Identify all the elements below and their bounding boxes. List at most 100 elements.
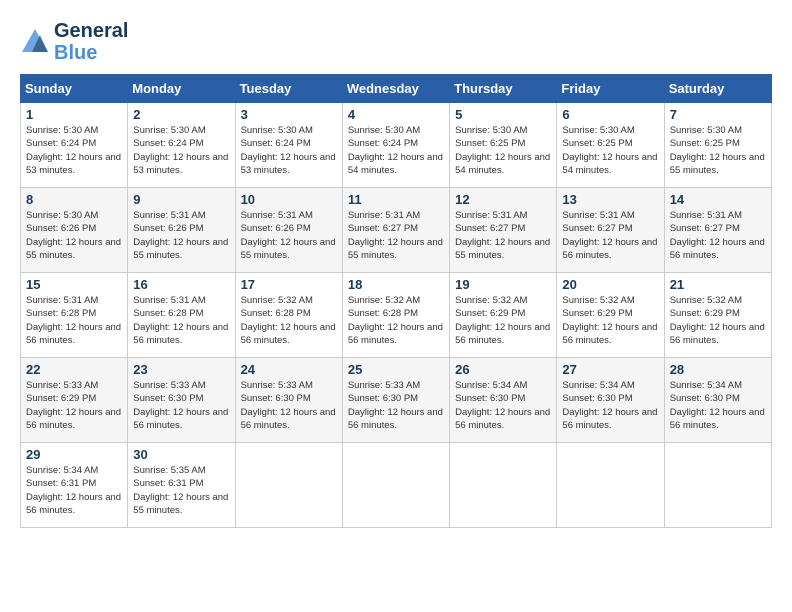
- calendar-cell: 30 Sunrise: 5:35 AM Sunset: 6:31 PM Dayl…: [128, 443, 235, 528]
- calendar-cell: [450, 443, 557, 528]
- day-info: Sunrise: 5:31 AM Sunset: 6:28 PM Dayligh…: [26, 294, 122, 347]
- day-info: Sunrise: 5:30 AM Sunset: 6:25 PM Dayligh…: [455, 124, 551, 177]
- day-info: Sunrise: 5:32 AM Sunset: 6:29 PM Dayligh…: [455, 294, 551, 347]
- day-info: Sunrise: 5:32 AM Sunset: 6:28 PM Dayligh…: [348, 294, 444, 347]
- day-number: 19: [455, 277, 551, 292]
- day-number: 27: [562, 362, 658, 377]
- day-info: Sunrise: 5:34 AM Sunset: 6:31 PM Dayligh…: [26, 464, 122, 517]
- calendar-week-row: 29 Sunrise: 5:34 AM Sunset: 6:31 PM Dayl…: [21, 443, 772, 528]
- day-number: 9: [133, 192, 229, 207]
- logo-text: GeneralBlue: [54, 20, 128, 64]
- day-number: 21: [670, 277, 766, 292]
- day-info: Sunrise: 5:31 AM Sunset: 6:27 PM Dayligh…: [562, 209, 658, 262]
- day-number: 8: [26, 192, 122, 207]
- day-info: Sunrise: 5:33 AM Sunset: 6:30 PM Dayligh…: [348, 379, 444, 432]
- day-info: Sunrise: 5:30 AM Sunset: 6:24 PM Dayligh…: [26, 124, 122, 177]
- calendar-cell: 16 Sunrise: 5:31 AM Sunset: 6:28 PM Dayl…: [128, 273, 235, 358]
- day-info: Sunrise: 5:30 AM Sunset: 6:24 PM Dayligh…: [241, 124, 337, 177]
- day-info: Sunrise: 5:30 AM Sunset: 6:24 PM Dayligh…: [133, 124, 229, 177]
- calendar-cell: 18 Sunrise: 5:32 AM Sunset: 6:28 PM Dayl…: [342, 273, 449, 358]
- calendar-cell: 10 Sunrise: 5:31 AM Sunset: 6:26 PM Dayl…: [235, 188, 342, 273]
- calendar-week-row: 22 Sunrise: 5:33 AM Sunset: 6:29 PM Dayl…: [21, 358, 772, 443]
- calendar-cell: 25 Sunrise: 5:33 AM Sunset: 6:30 PM Dayl…: [342, 358, 449, 443]
- day-number: 30: [133, 447, 229, 462]
- day-info: Sunrise: 5:30 AM Sunset: 6:25 PM Dayligh…: [670, 124, 766, 177]
- day-number: 10: [241, 192, 337, 207]
- calendar-cell: 8 Sunrise: 5:30 AM Sunset: 6:26 PM Dayli…: [21, 188, 128, 273]
- day-number: 12: [455, 192, 551, 207]
- calendar-cell: 15 Sunrise: 5:31 AM Sunset: 6:28 PM Dayl…: [21, 273, 128, 358]
- calendar-week-row: 8 Sunrise: 5:30 AM Sunset: 6:26 PM Dayli…: [21, 188, 772, 273]
- calendar-week-row: 15 Sunrise: 5:31 AM Sunset: 6:28 PM Dayl…: [21, 273, 772, 358]
- day-info: Sunrise: 5:33 AM Sunset: 6:30 PM Dayligh…: [133, 379, 229, 432]
- calendar-header-row: SundayMondayTuesdayWednesdayThursdayFrid…: [21, 75, 772, 103]
- calendar-cell: 17 Sunrise: 5:32 AM Sunset: 6:28 PM Dayl…: [235, 273, 342, 358]
- day-number: 4: [348, 107, 444, 122]
- day-number: 29: [26, 447, 122, 462]
- day-number: 20: [562, 277, 658, 292]
- day-number: 22: [26, 362, 122, 377]
- day-number: 26: [455, 362, 551, 377]
- calendar-cell: 14 Sunrise: 5:31 AM Sunset: 6:27 PM Dayl…: [664, 188, 771, 273]
- calendar-cell: 2 Sunrise: 5:30 AM Sunset: 6:24 PM Dayli…: [128, 103, 235, 188]
- day-info: Sunrise: 5:30 AM Sunset: 6:24 PM Dayligh…: [348, 124, 444, 177]
- day-info: Sunrise: 5:32 AM Sunset: 6:28 PM Dayligh…: [241, 294, 337, 347]
- calendar-cell: 24 Sunrise: 5:33 AM Sunset: 6:30 PM Dayl…: [235, 358, 342, 443]
- calendar-cell: 5 Sunrise: 5:30 AM Sunset: 6:25 PM Dayli…: [450, 103, 557, 188]
- calendar-cell: 12 Sunrise: 5:31 AM Sunset: 6:27 PM Dayl…: [450, 188, 557, 273]
- day-info: Sunrise: 5:34 AM Sunset: 6:30 PM Dayligh…: [562, 379, 658, 432]
- day-number: 15: [26, 277, 122, 292]
- day-number: 7: [670, 107, 766, 122]
- weekday-header-monday: Monday: [128, 75, 235, 103]
- calendar-cell: [557, 443, 664, 528]
- calendar-cell: 7 Sunrise: 5:30 AM Sunset: 6:25 PM Dayli…: [664, 103, 771, 188]
- day-info: Sunrise: 5:31 AM Sunset: 6:27 PM Dayligh…: [348, 209, 444, 262]
- day-number: 14: [670, 192, 766, 207]
- logo-icon: [20, 27, 50, 57]
- day-number: 25: [348, 362, 444, 377]
- calendar-cell: 1 Sunrise: 5:30 AM Sunset: 6:24 PM Dayli…: [21, 103, 128, 188]
- day-number: 24: [241, 362, 337, 377]
- weekday-header-tuesday: Tuesday: [235, 75, 342, 103]
- calendar-cell: 29 Sunrise: 5:34 AM Sunset: 6:31 PM Dayl…: [21, 443, 128, 528]
- day-number: 16: [133, 277, 229, 292]
- calendar-cell: 9 Sunrise: 5:31 AM Sunset: 6:26 PM Dayli…: [128, 188, 235, 273]
- day-number: 6: [562, 107, 658, 122]
- calendar-cell: 21 Sunrise: 5:32 AM Sunset: 6:29 PM Dayl…: [664, 273, 771, 358]
- day-info: Sunrise: 5:31 AM Sunset: 6:27 PM Dayligh…: [670, 209, 766, 262]
- calendar-cell: 3 Sunrise: 5:30 AM Sunset: 6:24 PM Dayli…: [235, 103, 342, 188]
- calendar-cell: 26 Sunrise: 5:34 AM Sunset: 6:30 PM Dayl…: [450, 358, 557, 443]
- calendar-cell: 11 Sunrise: 5:31 AM Sunset: 6:27 PM Dayl…: [342, 188, 449, 273]
- day-number: 23: [133, 362, 229, 377]
- day-number: 3: [241, 107, 337, 122]
- weekday-header-sunday: Sunday: [21, 75, 128, 103]
- day-info: Sunrise: 5:31 AM Sunset: 6:26 PM Dayligh…: [133, 209, 229, 262]
- calendar-cell: 22 Sunrise: 5:33 AM Sunset: 6:29 PM Dayl…: [21, 358, 128, 443]
- day-info: Sunrise: 5:35 AM Sunset: 6:31 PM Dayligh…: [133, 464, 229, 517]
- calendar-cell: 13 Sunrise: 5:31 AM Sunset: 6:27 PM Dayl…: [557, 188, 664, 273]
- day-number: 28: [670, 362, 766, 377]
- calendar-cell: 27 Sunrise: 5:34 AM Sunset: 6:30 PM Dayl…: [557, 358, 664, 443]
- day-info: Sunrise: 5:31 AM Sunset: 6:28 PM Dayligh…: [133, 294, 229, 347]
- day-number: 18: [348, 277, 444, 292]
- day-number: 2: [133, 107, 229, 122]
- day-info: Sunrise: 5:30 AM Sunset: 6:25 PM Dayligh…: [562, 124, 658, 177]
- calendar-cell: 19 Sunrise: 5:32 AM Sunset: 6:29 PM Dayl…: [450, 273, 557, 358]
- weekday-header-wednesday: Wednesday: [342, 75, 449, 103]
- day-info: Sunrise: 5:33 AM Sunset: 6:30 PM Dayligh…: [241, 379, 337, 432]
- calendar-cell: 6 Sunrise: 5:30 AM Sunset: 6:25 PM Dayli…: [557, 103, 664, 188]
- day-number: 17: [241, 277, 337, 292]
- day-number: 13: [562, 192, 658, 207]
- day-number: 1: [26, 107, 122, 122]
- calendar-cell: [342, 443, 449, 528]
- calendar-cell: 28 Sunrise: 5:34 AM Sunset: 6:30 PM Dayl…: [664, 358, 771, 443]
- day-number: 5: [455, 107, 551, 122]
- logo: GeneralBlue: [20, 20, 128, 64]
- calendar-cell: 4 Sunrise: 5:30 AM Sunset: 6:24 PM Dayli…: [342, 103, 449, 188]
- calendar-cell: 23 Sunrise: 5:33 AM Sunset: 6:30 PM Dayl…: [128, 358, 235, 443]
- day-info: Sunrise: 5:30 AM Sunset: 6:26 PM Dayligh…: [26, 209, 122, 262]
- weekday-header-saturday: Saturday: [664, 75, 771, 103]
- calendar-week-row: 1 Sunrise: 5:30 AM Sunset: 6:24 PM Dayli…: [21, 103, 772, 188]
- calendar-cell: [664, 443, 771, 528]
- calendar-cell: [235, 443, 342, 528]
